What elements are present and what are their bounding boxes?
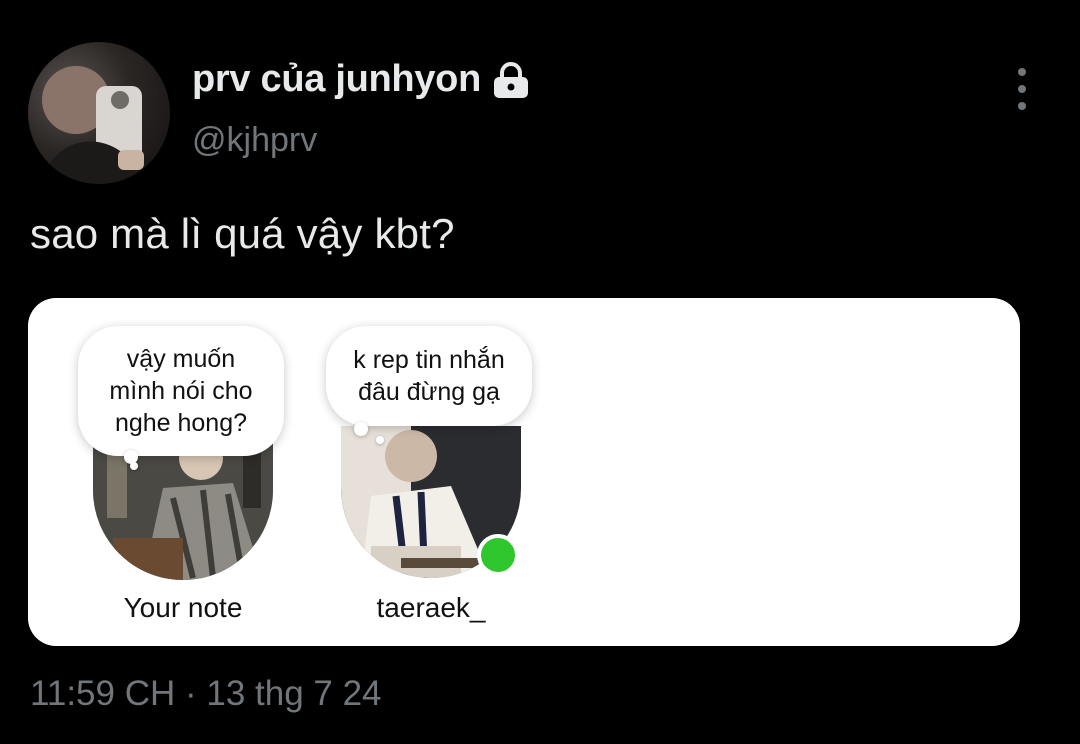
avatar[interactable] — [28, 42, 170, 184]
display-name[interactable]: prv của junhyon — [192, 58, 531, 101]
display-name-text: prv của junhyon — [192, 58, 481, 100]
bubble-tail — [376, 436, 384, 444]
tweet-text: sao mà lì quá vậy kbt? — [30, 210, 455, 257]
tweet-view: prv của junhyon @kjhprv sao mà lì quá vậ… — [0, 0, 1080, 744]
note-item-your-note[interactable]: vậy muốn mình nói cho nghe hong? Your no… — [78, 298, 308, 646]
more-dot — [1018, 102, 1026, 110]
lock-icon — [493, 61, 528, 98]
note-bubble: vậy muốn mình nói cho nghe hong? — [78, 326, 284, 456]
handle[interactable]: @kjhprv — [192, 121, 317, 160]
more-dot — [1018, 85, 1026, 93]
bubble-tail — [354, 422, 368, 436]
more-dot — [1018, 68, 1026, 76]
bubble-tail — [130, 462, 138, 470]
note-label: Your note — [123, 592, 243, 623]
note-bubble: k rep tin nhắn đâu đừng gạ — [326, 326, 532, 426]
online-status-indicator — [477, 534, 519, 576]
tweet-timestamp[interactable]: 11:59 CH · 13 thg 7 24 — [30, 674, 382, 714]
note-item-taeraek[interactable]: k rep tin nhắn đâu đừng gạ taeraek_ — [326, 298, 556, 646]
note-label: taeraek_ — [376, 592, 486, 623]
avatar-photo — [38, 66, 148, 184]
attached-image[interactable]: vậy muốn mình nói cho nghe hong? Your no… — [28, 298, 1020, 646]
more-options-icon[interactable] — [1008, 68, 1036, 110]
